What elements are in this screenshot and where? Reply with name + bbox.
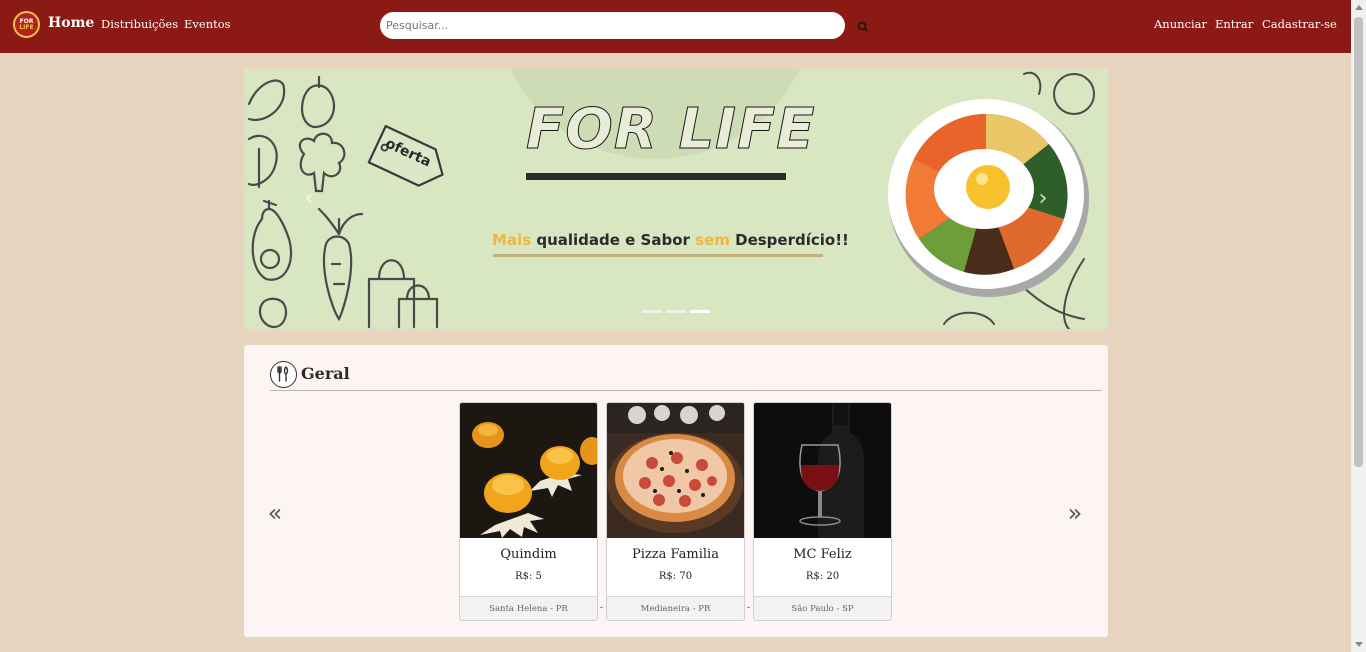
section-title: Geral [301,364,350,383]
top-navbar: FOR LIFE Home Distribuições Eventos Anun… [0,0,1351,53]
product-image-wine [754,403,891,538]
tagline-middle: qualidade e Sabor [531,231,696,249]
carousel-indicator-2[interactable] [666,310,686,313]
tagline-word-sem: sem [695,231,730,249]
products-section: Geral « » Quindim R$: 5 Santa Helena - P… [244,345,1108,637]
product-price: R$: 20 [805,571,840,582]
nav-link-anunciar[interactable]: Anunciar [1154,17,1207,31]
double-chevron-right-icon: » [1067,499,1083,527]
search-icon [857,21,868,32]
product-card[interactable]: MC Feliz R$: 20 São Paulo - SP [753,402,892,621]
product-card[interactable]: Quindim R$: 5 Santa Helena - PR [459,402,598,621]
double-chevron-left-icon: « [267,499,283,527]
search-input[interactable] [380,12,845,39]
product-name[interactable]: Quindim [460,547,597,562]
product-image-pizza [607,403,744,538]
nav-link-eventos[interactable]: Eventos [184,17,231,31]
products-next-button[interactable]: » [1065,501,1085,525]
logo-text-bottom: LIFE [19,23,34,31]
product-price: R$: 5 [515,571,542,582]
nav-link-cadastrar[interactable]: Cadastrar-se [1262,17,1337,31]
scroll-down-icon[interactable] [1355,642,1363,647]
product-price: R$: 70 [658,571,693,582]
product-location: São Paulo - SP [754,596,891,620]
hero-carousel: oferta FOR LIFE FOR LIFE Mais qualidade … [244,69,1108,329]
brand-logo[interactable]: FOR LIFE [13,11,40,38]
product-card[interactable]: Pizza Familia R$: 70 Medianeira - PR [606,402,745,621]
bibimbap-plate-illustration [888,71,1095,329]
carousel-indicator-1[interactable] [642,310,662,313]
tagline-word-mais: Mais [492,231,532,249]
card-separator: - [600,603,604,613]
carousel-prev-button[interactable]: ‹ [301,187,317,211]
section-divider [270,390,1102,391]
section-icon-wrapper [270,361,297,388]
banner-title-outline: FOR LIFE [526,97,816,163]
products-prev-button[interactable]: « [265,501,285,525]
carousel-indicators [642,310,710,313]
nav-link-distribuicoes[interactable]: Distribuições [101,17,178,31]
chevron-left-icon: ‹ [304,186,314,211]
banner-tagline-underline [493,254,823,257]
carousel-next-button[interactable]: › [1035,187,1051,211]
scroll-up-icon[interactable] [1355,5,1363,10]
tagline-end: Desperdício!! [729,231,849,249]
page-scrollbar[interactable] [1351,0,1366,652]
product-image-quindim [460,403,597,538]
search-button[interactable] [855,19,871,35]
product-location: Santa Helena - PR [460,596,597,620]
carousel-indicator-3[interactable] [690,310,710,313]
chevron-right-icon: › [1038,186,1048,211]
cutlery-icon [277,366,289,382]
nav-home-link[interactable]: Home [48,15,94,31]
product-name[interactable]: Pizza Familia [607,547,744,562]
nav-link-entrar[interactable]: Entrar [1215,17,1253,31]
banner-tagline: Mais qualidade e Sabor sem Desperdício!! [492,231,849,249]
product-name[interactable]: MC Feliz [754,547,891,562]
banner-title-underline [526,173,786,180]
vegetable-doodles-illustration [247,75,439,329]
card-separator: - [747,603,751,613]
product-location: Medianeira - PR [607,596,744,620]
scrollbar-thumb[interactable] [1354,17,1363,467]
